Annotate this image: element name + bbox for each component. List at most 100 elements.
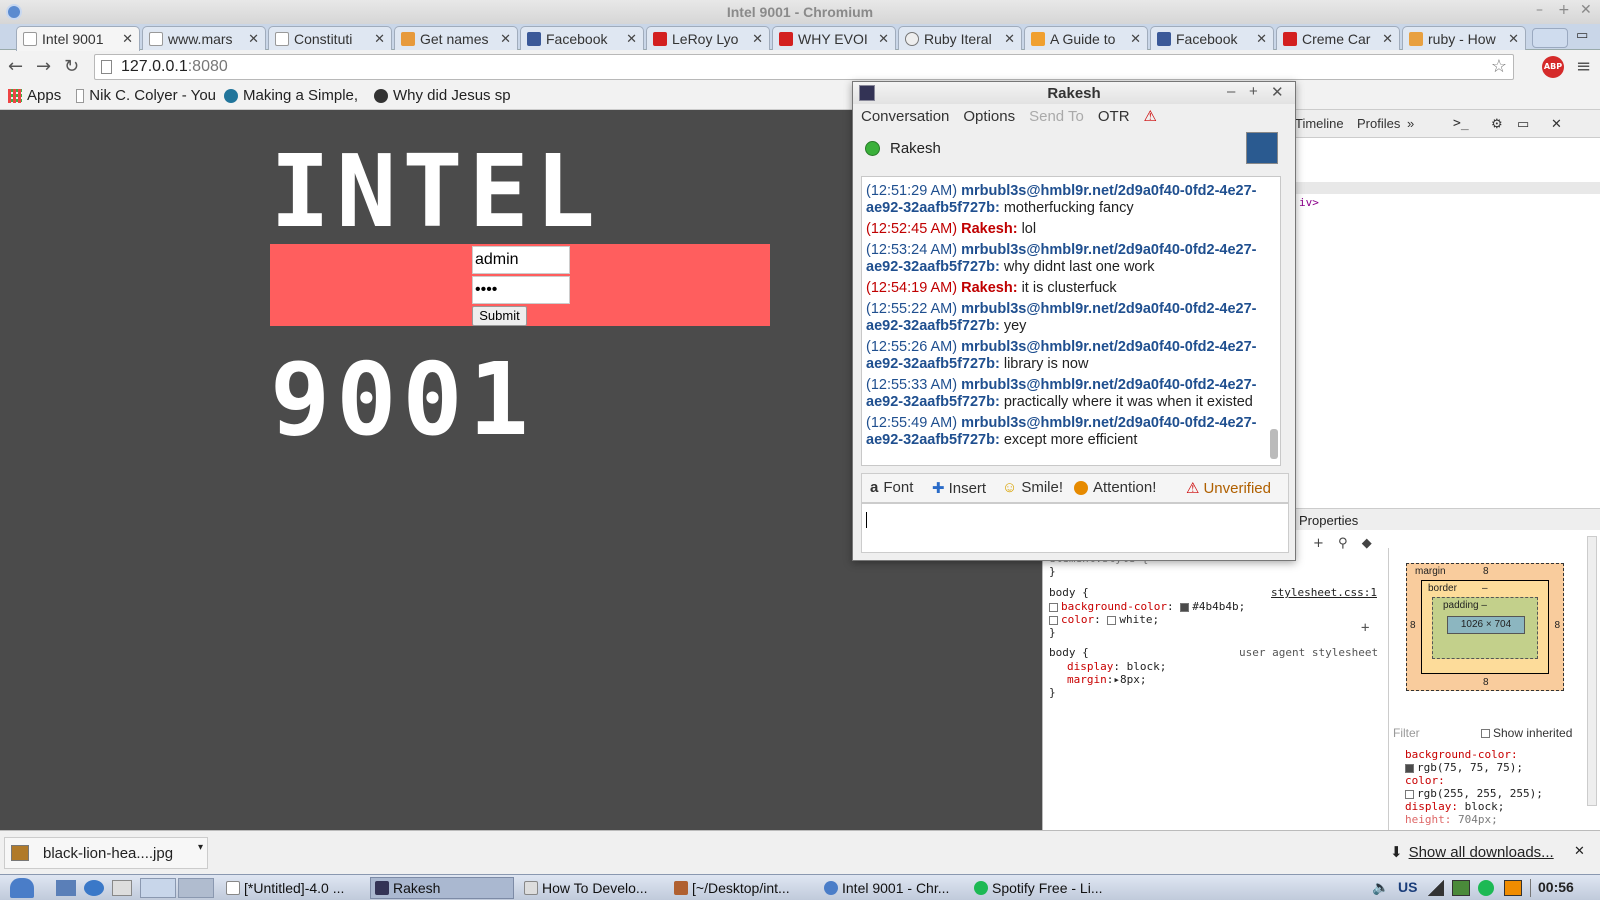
taskbar-item-active[interactable]: Rakesh: [370, 877, 514, 899]
tab-0[interactable]: Intel 9001 ✕: [16, 26, 140, 51]
tab-close-icon[interactable]: ✕: [1256, 31, 1267, 47]
smiley-icon: ☺: [1002, 479, 1018, 496]
tab-5[interactable]: LeRoy Lyo ✕: [646, 26, 770, 50]
warning-icon[interactable]: ⚠: [1144, 107, 1157, 125]
show-all-downloads-link[interactable]: ⬇ Show all downloads...: [1390, 843, 1554, 862]
close-downloads-icon[interactable]: ✕: [1574, 843, 1585, 859]
tab-close-icon[interactable]: ✕: [500, 31, 511, 47]
chat-minimize-icon[interactable]: –: [1227, 83, 1235, 100]
taskbar-item[interactable]: [*Untitled]-4.0 ...: [222, 877, 364, 899]
maximize-icon[interactable]: +: [1558, 2, 1570, 18]
taskbar-item[interactable]: [~/Desktop/int...: [670, 877, 814, 899]
launcher-icon[interactable]: [112, 880, 132, 896]
close-devtools-icon[interactable]: ✕: [1551, 116, 1562, 132]
tray-icon[interactable]: [1504, 880, 1522, 896]
console-icon[interactable]: >_: [1453, 116, 1469, 131]
stylesheet-link[interactable]: stylesheet.css:1: [1271, 586, 1377, 599]
tab-close-icon[interactable]: ✕: [122, 31, 133, 47]
taskbar-item[interactable]: How To Develo...: [520, 877, 664, 899]
adblock-icon[interactable]: ABP: [1542, 56, 1564, 78]
network-icon[interactable]: [1428, 880, 1444, 896]
tab-10[interactable]: Creme Car ✕: [1276, 26, 1400, 50]
tab-profiles[interactable]: Profiles: [1357, 116, 1400, 131]
tab-3[interactable]: Get names ✕: [394, 26, 518, 50]
font-button[interactable]: a Font: [870, 479, 913, 496]
keyboard-layout[interactable]: US: [1398, 879, 1417, 895]
menu-icon[interactable]: ≡: [1576, 56, 1591, 77]
attention-button[interactable]: Attention!: [1074, 479, 1156, 496]
tab-close-icon[interactable]: ✕: [752, 31, 763, 47]
tab-4[interactable]: Facebook ✕: [520, 26, 644, 50]
bookmark-star-icon[interactable]: ☆: [1491, 56, 1507, 77]
tab-2[interactable]: Constituti ✕: [268, 26, 392, 50]
color-swatch[interactable]: [1107, 615, 1117, 625]
tab-close-icon[interactable]: ✕: [1130, 31, 1141, 47]
spotify-icon[interactable]: [1478, 880, 1494, 896]
launcher-icon[interactable]: [84, 880, 104, 896]
tab-9[interactable]: Facebook ✕: [1150, 26, 1274, 50]
tab-1[interactable]: www.mars ✕: [142, 26, 266, 50]
selected-node-row[interactable]: [1293, 182, 1600, 194]
taskbar-item[interactable]: Spotify Free - Li...: [970, 877, 1120, 899]
chevron-down-icon[interactable]: ▾: [198, 842, 203, 853]
close-icon[interactable]: ✕: [1580, 2, 1592, 18]
menu-send-to[interactable]: Send To: [1029, 108, 1084, 125]
tab-7[interactable]: Ruby Iteral ✕: [898, 26, 1022, 50]
volume-icon[interactable]: 🔈: [1372, 879, 1389, 896]
reload-icon[interactable]: ↻: [64, 56, 79, 77]
back-icon[interactable]: ←: [8, 56, 23, 77]
tray-icon[interactable]: [1452, 880, 1470, 896]
taskbar-item[interactable]: Intel 9001 - Chr...: [820, 877, 964, 899]
dock-icon[interactable]: ▭: [1517, 116, 1529, 132]
tab-11[interactable]: ruby - How ✕: [1402, 26, 1526, 50]
launcher-icon[interactable]: [56, 880, 76, 896]
bookmark-apps[interactable]: Apps: [8, 87, 61, 104]
desktop-switcher[interactable]: [178, 878, 214, 898]
clock[interactable]: 00:56: [1538, 879, 1574, 895]
tab-timeline[interactable]: Timeline: [1295, 116, 1344, 131]
show-inherited-toggle[interactable]: Show inherited: [1481, 726, 1572, 740]
add-property-icon[interactable]: +: [1361, 620, 1369, 636]
chat-close-icon[interactable]: ✕: [1271, 83, 1284, 101]
insert-button[interactable]: ✚ Insert: [932, 479, 986, 498]
password-input[interactable]: [472, 276, 570, 304]
submit-button[interactable]: Submit: [472, 306, 527, 326]
menu-otr[interactable]: OTR: [1098, 108, 1130, 125]
new-tab-button[interactable]: [1532, 28, 1568, 48]
gear-icon[interactable]: ⚙: [1491, 116, 1503, 132]
styles-scrollbar[interactable]: [1587, 536, 1597, 806]
bookmark-item[interactable]: Making a Simple,: [224, 87, 364, 104]
color-swatch[interactable]: [1180, 602, 1190, 612]
bookmark-item[interactable]: Why did Jesus sp: [374, 87, 514, 104]
tab-6[interactable]: WHY EVOI ✕: [772, 26, 896, 50]
smile-button[interactable]: ☺ Smile!: [1002, 479, 1063, 496]
address-bar[interactable]: 127.0.0.1:8080 ☆: [94, 54, 1514, 80]
buddy-avatar[interactable]: [1246, 132, 1278, 164]
chat-maximize-icon[interactable]: +: [1249, 83, 1258, 100]
username-input[interactable]: [472, 246, 570, 274]
chat-scrollbar[interactable]: [1270, 429, 1278, 459]
properties-header[interactable]: Properties: [1293, 508, 1600, 530]
download-item[interactable]: black-lion-hea....jpg ▾: [4, 837, 208, 869]
more-tabs-icon[interactable]: »: [1407, 116, 1414, 131]
checkbox[interactable]: [1049, 602, 1058, 612]
bookmark-item[interactable]: Nik C. Colyer - You: [76, 87, 216, 104]
menu-options[interactable]: Options: [963, 108, 1015, 125]
tab-close-icon[interactable]: ✕: [248, 31, 259, 47]
menu-conversation[interactable]: Conversation: [861, 108, 949, 125]
tab-close-icon[interactable]: ✕: [1004, 31, 1015, 47]
tab-close-icon[interactable]: ✕: [1382, 31, 1393, 47]
tab-close-icon[interactable]: ✕: [626, 31, 637, 47]
start-menu-icon[interactable]: [10, 878, 34, 898]
otr-status-button[interactable]: ⚠ Unverified: [1186, 479, 1271, 498]
tab-close-icon[interactable]: ✕: [878, 31, 889, 47]
minimize-icon[interactable]: –: [1536, 2, 1543, 18]
tab-list-icon[interactable]: ▭: [1576, 28, 1588, 43]
checkbox[interactable]: [1049, 615, 1058, 625]
tab-close-icon[interactable]: ✕: [374, 31, 385, 47]
desktop-switcher[interactable]: [140, 878, 176, 898]
forward-icon[interactable]: →: [36, 56, 51, 77]
tab-close-icon[interactable]: ✕: [1508, 31, 1519, 47]
chat-message-input[interactable]: [861, 503, 1289, 553]
tab-8[interactable]: A Guide to ✕: [1024, 26, 1148, 50]
